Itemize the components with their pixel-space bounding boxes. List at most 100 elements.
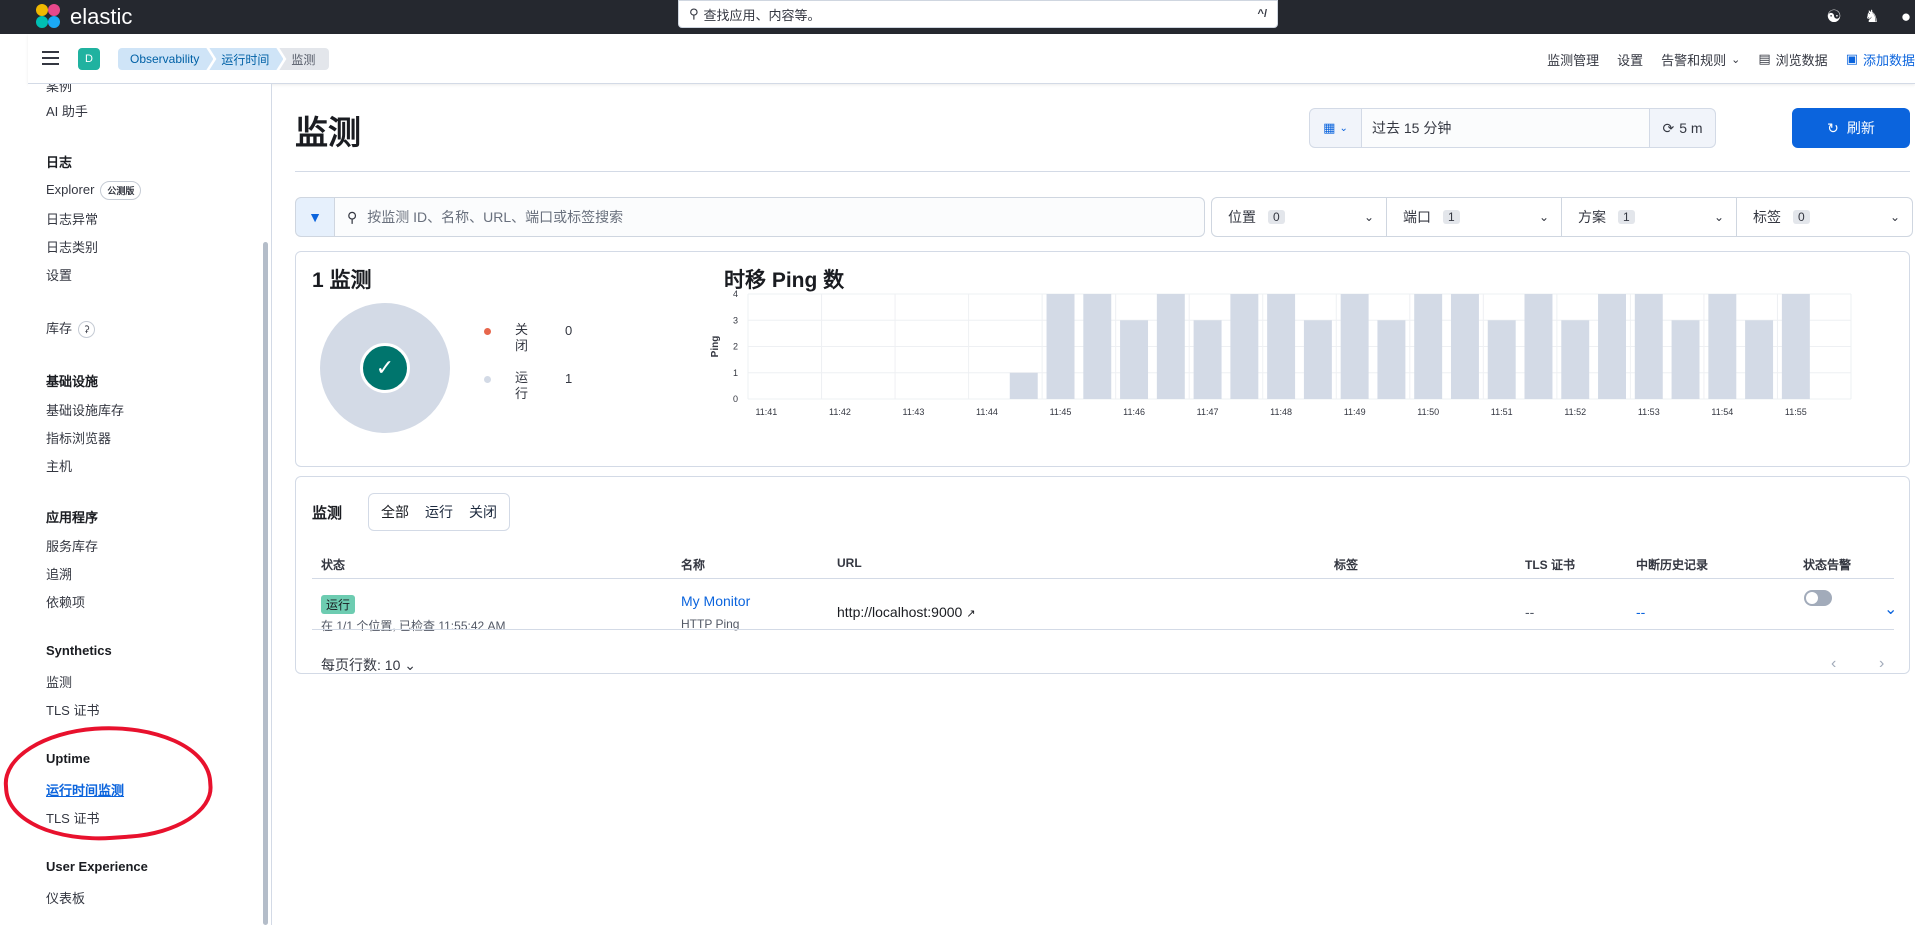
monitor-url: http://localhost:9000 xyxy=(837,604,963,620)
global-search-input[interactable]: ⚲ 查找应用、内容等。 ^/ xyxy=(678,0,1278,28)
status-filter-group: 全部 运行 关闭 xyxy=(368,493,510,531)
alerts-rules-menu[interactable]: 告警和规则 ⌄ xyxy=(1661,50,1740,69)
sidebar-item-explorer[interactable]: Explorer 公测版 xyxy=(46,181,142,200)
sidebar-item-log-categories[interactable]: 日志类别 xyxy=(46,237,98,256)
sidebar-item-synthetics-monitors[interactable]: 监测 xyxy=(46,672,72,691)
rows-per-page-select[interactable]: 每页行数: 10 ⌄ xyxy=(321,655,416,675)
sidebar-scrollbar[interactable] xyxy=(263,242,268,925)
sidebar-item-infra-inventory[interactable]: 基础设施库存 xyxy=(46,400,124,419)
facet-location[interactable]: 位置 0 ⌄ xyxy=(1212,198,1387,236)
search-icon: ⚲ xyxy=(347,208,358,225)
sidebar-item-hosts[interactable]: 主机 xyxy=(46,456,72,475)
histogram-bar xyxy=(1745,320,1774,399)
add-data-link[interactable]: ▣ 添加数据 xyxy=(1846,50,1915,69)
y-tick-label: 0 xyxy=(733,394,738,404)
alerts-rules-label: 告警和规则 xyxy=(1661,52,1727,68)
x-tick-label: 11:48 xyxy=(1270,407,1292,417)
news-feed-icon[interactable]: ♞ xyxy=(1858,3,1886,31)
user-avatar-icon[interactable]: ● xyxy=(1892,3,1915,31)
monitor-url-link[interactable]: http://localhost:9000 ↗ xyxy=(837,604,975,620)
sidebar-item-logs-settings[interactable]: 设置 xyxy=(46,265,72,284)
page-title: 监测 xyxy=(295,114,361,151)
facet-tags[interactable]: 标签 0 ⌄ xyxy=(1737,198,1912,236)
global-header: elastic ⚲ 查找应用、内容等。 ^/ ☯ ♞ ● xyxy=(0,0,1915,34)
histogram-bar xyxy=(1634,294,1663,399)
sidebar-item-cases[interactable]: 案例 xyxy=(46,84,72,95)
sidebar-item-log-anomalies[interactable]: 日志异常 xyxy=(46,209,98,228)
filter-down-button[interactable]: 关闭 xyxy=(461,502,505,522)
prev-page-icon[interactable]: ‹ xyxy=(1831,655,1836,673)
space-avatar[interactable]: D xyxy=(78,48,100,70)
monitor-count-title: 1 监测 xyxy=(312,269,372,292)
sidebar-item-service-inventory[interactable]: 服务库存 xyxy=(46,536,98,555)
explore-data-link[interactable]: ▤ 浏览数据 xyxy=(1758,50,1827,69)
histogram-bar xyxy=(1046,294,1075,399)
col-name[interactable]: 名称 xyxy=(681,556,705,573)
brand-name: elastic xyxy=(70,4,133,29)
col-downtime-history[interactable]: 中断历史记录 xyxy=(1636,556,1708,573)
breadcrumb-observability[interactable]: Observability xyxy=(118,48,213,70)
x-tick-label: 11:44 xyxy=(976,407,998,417)
col-status-alert[interactable]: 状态告警 xyxy=(1803,556,1851,573)
next-page-icon[interactable]: › xyxy=(1879,655,1884,673)
legend-label: 关闭 xyxy=(515,322,529,353)
sidebar-item-synthetics-tls[interactable]: TLS 证书 xyxy=(46,700,99,719)
histogram-bar xyxy=(1781,294,1810,399)
filter-icon[interactable]: ▼ xyxy=(295,197,335,237)
menu-icon[interactable] xyxy=(42,51,59,65)
status-alert-toggle[interactable] xyxy=(1804,590,1832,606)
sidebar-item-dashboard[interactable]: 仪表板 xyxy=(46,888,85,907)
calendar-icon[interactable]: ▦ ⌄ xyxy=(1310,109,1362,147)
x-tick-label: 11:47 xyxy=(1197,407,1219,417)
filter-all-button[interactable]: 全部 xyxy=(373,502,417,522)
date-picker[interactable]: ▦ ⌄ 过去 15 分钟 ⟳ 5 m xyxy=(1309,108,1716,148)
histogram-bar xyxy=(1083,294,1112,399)
status-detail: 在 1/1 个位置, 已检查 11:55:42 AM xyxy=(321,619,506,633)
histogram-bar xyxy=(1267,294,1296,399)
chart-icon: ▤ xyxy=(1758,51,1771,66)
sidebar-heading-infrastructure: 基础设施 xyxy=(46,374,99,389)
expand-row-chevron-icon[interactable]: ⌄ xyxy=(1884,599,1897,619)
filter-up-button[interactable]: 运行 xyxy=(417,502,461,522)
header-links: 监测管理 设置 告警和规则 ⌄ ▤ 浏览数据 ▣ 添加数据 xyxy=(1529,34,1915,84)
sidebar-item-inventory[interactable]: 库存 ⚳ xyxy=(46,318,96,339)
downtime-value[interactable]: -- xyxy=(1636,604,1645,620)
status-donut: ✓ xyxy=(320,303,450,433)
sidebar-item-metrics-explorer[interactable]: 指标浏览器 xyxy=(46,428,111,447)
sidebar-item-dependencies[interactable]: 依赖项 xyxy=(46,592,85,611)
refresh-icon: ↻ xyxy=(1827,119,1839,136)
monitor-name-link[interactable]: My Monitor xyxy=(681,593,750,609)
histogram-bar xyxy=(1303,320,1332,399)
sidebar-item-traces[interactable]: 追溯 xyxy=(46,564,72,583)
y-tick-label: 1 xyxy=(733,368,738,378)
legend-value: 0 xyxy=(565,323,573,338)
facet-count: 1 xyxy=(1443,210,1460,224)
facet-label: 端口 xyxy=(1403,209,1431,225)
col-status[interactable]: 状态 xyxy=(321,556,345,573)
breadcrumb-uptime[interactable]: 运行时间 xyxy=(209,48,283,70)
refresh-button[interactable]: ↻ 刷新 xyxy=(1792,108,1910,148)
date-range-text[interactable]: 过去 15 分钟 xyxy=(1362,109,1649,147)
legend-label: 运行 xyxy=(515,370,529,401)
col-url[interactable]: URL xyxy=(837,556,862,570)
sidebar-item-ai-assistant[interactable]: AI 助手 xyxy=(46,101,88,120)
refresh-interval[interactable]: ⟳ 5 m xyxy=(1649,109,1715,147)
sidebar-heading-applications: 应用程序 xyxy=(46,510,99,525)
facet-port[interactable]: 端口 1 ⌄ xyxy=(1387,198,1562,236)
x-tick-label: 11:41 xyxy=(755,407,777,417)
chevron-down-icon: ⌄ xyxy=(1363,210,1374,224)
col-tags[interactable]: 标签 xyxy=(1334,556,1358,573)
help-icon[interactable]: ☯ xyxy=(1820,3,1848,31)
legend-value: 1 xyxy=(565,371,573,386)
elastic-logo[interactable]: elastic xyxy=(36,0,132,34)
facet-label: 标签 xyxy=(1753,209,1781,225)
chevron-down-icon: ⌄ xyxy=(1731,53,1741,66)
title-divider xyxy=(295,171,1910,172)
facet-scheme[interactable]: 方案 1 ⌄ xyxy=(1562,198,1737,236)
settings-link[interactable]: 设置 xyxy=(1617,50,1643,69)
tls-value: -- xyxy=(1525,604,1535,620)
monitor-management-link[interactable]: 监测管理 xyxy=(1547,50,1599,69)
monitor-search-input[interactable]: ⚲ 按监测 ID、名称、URL、端口或标签搜索 xyxy=(335,197,1205,237)
col-tls[interactable]: TLS 证书 xyxy=(1525,556,1575,573)
monitor-list-title: 监测 xyxy=(312,505,343,522)
